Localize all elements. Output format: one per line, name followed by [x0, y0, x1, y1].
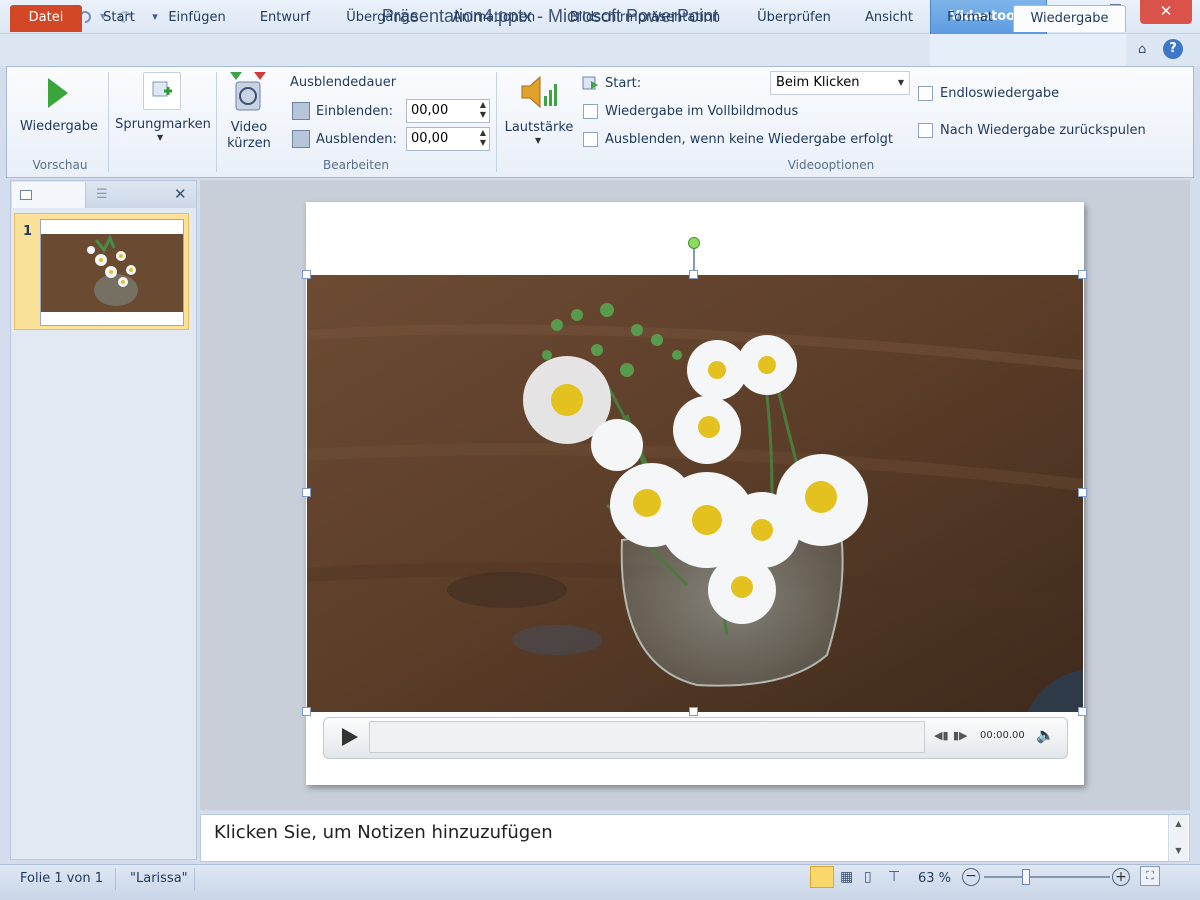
reading-view-icon[interactable]: ▯ [864, 869, 872, 885]
video-progress-bar[interactable] [369, 721, 925, 753]
play-preview-icon[interactable] [46, 76, 70, 114]
close-icon: ✕ [1159, 2, 1173, 20]
daisy-video-image [307, 275, 1083, 712]
trim-video-icon[interactable] [228, 70, 268, 118]
spinner-arrows-icon[interactable]: ▲ ▼ [480, 100, 486, 120]
fullscreen-checkbox[interactable] [583, 104, 598, 119]
group-label-bearbeiten: Bearbeiten [323, 158, 389, 172]
slide-thumbnail-image [41, 234, 183, 312]
start-dropdown-value: Beim Klicken [776, 75, 860, 90]
ribbon-minimize-icon[interactable]: ⌂ [1138, 42, 1146, 57]
preview-play-button[interactable]: Wiedergabe [14, 119, 104, 135]
tab-slides[interactable] [12, 182, 86, 208]
notes-placeholder[interactable]: Klicken Sie, um Notizen hinzuzufügen [214, 822, 553, 843]
fade-in-spinner[interactable]: 00,00 ▲ ▼ [406, 99, 490, 123]
group-separator [108, 72, 109, 172]
resize-handle[interactable] [1078, 270, 1087, 279]
resize-handle[interactable] [1078, 488, 1087, 497]
slide-number: 1 [23, 224, 33, 239]
status-divider [194, 868, 195, 890]
resize-handle[interactable] [689, 707, 698, 716]
rewind-checkbox[interactable] [918, 123, 933, 138]
start-icon [582, 74, 600, 92]
zoom-out-icon[interactable]: − [962, 868, 980, 886]
fade-duration-label: Ausblendedauer [290, 75, 397, 90]
fade-in-label: Einblenden: [316, 104, 394, 119]
spinner-arrows-icon[interactable]: ▲ ▼ [480, 128, 486, 148]
tab-wiedergabe[interactable]: Wiedergabe [1013, 5, 1126, 32]
fast-forward-icon[interactable]: ▮▶ [953, 729, 968, 742]
resize-handle[interactable] [302, 488, 311, 497]
zoom-in-icon[interactable]: + [1112, 868, 1130, 886]
help-icon[interactable]: ? [1163, 39, 1183, 59]
fade-in-value: 00,00 [411, 103, 449, 118]
tab-datei[interactable]: Datei [10, 5, 82, 32]
group-label-vorschau: Vorschau [32, 158, 88, 172]
slide-thumbnail[interactable] [40, 219, 184, 326]
speaker-icon[interactable]: 🔈 [1036, 726, 1055, 744]
close-button[interactable]: ✕ [1140, 0, 1192, 24]
loop-checkbox[interactable] [918, 86, 933, 101]
play-icon[interactable] [338, 726, 360, 752]
volume-icon[interactable] [518, 72, 558, 116]
rewind-icon[interactable]: ◀▮ [934, 729, 949, 742]
fullscreen-label[interactable]: Wiedergabe im Vollbildmodus [605, 104, 798, 119]
tab-uebergaenge[interactable]: Übergänge [336, 5, 428, 32]
resize-handle[interactable] [302, 270, 311, 279]
tab-format[interactable]: Format [938, 5, 1002, 32]
tab-animationen[interactable]: Animationen [444, 5, 544, 32]
fade-out-label: Ausblenden: [316, 132, 397, 147]
fade-out-icon [292, 130, 310, 148]
resize-handle[interactable] [302, 707, 311, 716]
fade-out-value: 00,00 [411, 131, 449, 146]
video-time: 00:00.00 [980, 730, 1025, 741]
theme-name[interactable]: "Larissa" [130, 871, 188, 886]
rotation-handle[interactable] [688, 237, 700, 249]
close-panel-icon[interactable]: ✕ [174, 185, 187, 203]
tab-ueberpruefen[interactable]: Überprüfen [748, 5, 840, 32]
tab-ansicht[interactable]: Ansicht [856, 5, 922, 32]
slides-tab-icon [20, 190, 32, 200]
chevron-down-icon[interactable]: ▼ [535, 136, 541, 145]
volume-button[interactable]: Lautstärke [503, 120, 575, 136]
slide-count: Folie 1 von 1 [20, 871, 104, 886]
slideshow-icon[interactable]: ⊤ [888, 869, 900, 885]
loop-label[interactable]: Endloswiedergabe [940, 86, 1059, 101]
fade-in-icon [292, 102, 310, 120]
group-separator [216, 72, 217, 172]
scroll-down-icon[interactable]: ▼ [1169, 846, 1188, 855]
hide-when-not-playing-checkbox[interactable] [583, 132, 598, 147]
tab-start[interactable]: Start [96, 5, 142, 32]
start-label: Start: [605, 76, 642, 91]
slide-sorter-icon[interactable]: ▦ [840, 869, 853, 885]
trim-video-label-2[interactable]: kürzen [222, 136, 276, 152]
group-separator [496, 72, 497, 172]
zoom-level[interactable]: 63 % [918, 871, 951, 886]
bookmark-icon[interactable] [143, 72, 181, 110]
fade-out-spinner[interactable]: 00,00 ▲ ▼ [406, 127, 490, 151]
tab-einfuegen[interactable]: Einfügen [160, 5, 234, 32]
resize-handle[interactable] [1078, 707, 1087, 716]
status-divider [115, 868, 116, 890]
zoom-slider-track[interactable] [984, 876, 1110, 878]
resize-handle[interactable] [689, 270, 698, 279]
rewind-label[interactable]: Nach Wiedergabe zurückspulen [940, 123, 1146, 138]
hide-when-not-playing-label[interactable]: Ausblenden, wenn keine Wiedergabe erfolg… [605, 132, 893, 147]
fit-to-window-icon[interactable]: ⛶ [1140, 866, 1160, 886]
group-label-videooptionen: Videooptionen [787, 158, 875, 172]
tab-entwurf[interactable]: Entwurf [252, 5, 318, 32]
start-dropdown[interactable]: Beim Klicken ▼ [770, 71, 910, 95]
contextual-tab-band [930, 34, 1126, 66]
trim-video-label-1[interactable]: Video [222, 120, 276, 136]
video-frame[interactable] [307, 275, 1083, 712]
scroll-up-icon[interactable]: ▲ [1169, 819, 1188, 828]
zoom-slider-thumb[interactable] [1022, 869, 1030, 885]
normal-view-icon[interactable] [810, 866, 834, 888]
chevron-down-icon[interactable]: ▼ [157, 133, 163, 142]
tab-bildschirmpraesentation[interactable]: Bildschirmpräsentation [560, 5, 730, 32]
chevron-down-icon[interactable]: ▼ [898, 72, 904, 94]
outline-tab-icon[interactable]: ☰ [96, 187, 108, 202]
bookmarks-button[interactable]: Sprungmarken [112, 117, 214, 133]
notes-scrollbar[interactable]: ▲ ▼ [1168, 815, 1188, 861]
